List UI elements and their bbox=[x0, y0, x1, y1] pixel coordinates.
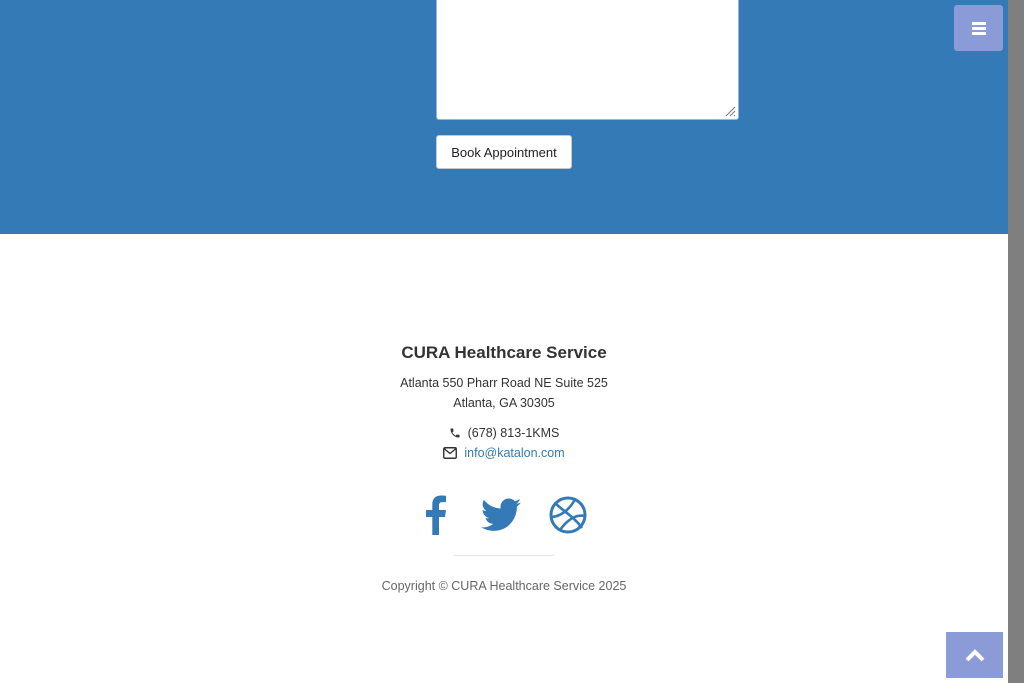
email-line: info@katalon.com bbox=[0, 446, 1008, 460]
phone-line: (678) 813-1KMS bbox=[0, 426, 1008, 440]
menu-icon bbox=[971, 21, 986, 35]
footer-company-name: CURA Healthcare Service bbox=[401, 343, 607, 362]
address-line-2: Atlanta, GA 30305 bbox=[453, 396, 555, 410]
twitter-icon bbox=[481, 498, 521, 531]
appointment-section: Book Appointment bbox=[0, 0, 1008, 234]
menu-toggle-button[interactable] bbox=[954, 5, 1003, 51]
book-appointment-button[interactable]: Book Appointment bbox=[436, 135, 572, 169]
facebook-link[interactable] bbox=[414, 494, 456, 536]
phone-icon bbox=[450, 428, 460, 438]
resize-grip-icon[interactable] bbox=[724, 105, 736, 117]
comment-textarea[interactable] bbox=[436, 0, 739, 120]
facebook-icon bbox=[426, 495, 446, 535]
scroll-to-top-button[interactable] bbox=[946, 632, 1003, 678]
envelope-icon bbox=[443, 447, 458, 459]
phone-number: (678) 813-1KMS bbox=[467, 426, 560, 440]
email-link[interactable]: info@katalon.com bbox=[464, 446, 564, 460]
chevron-up-icon bbox=[965, 649, 984, 662]
scrollbar[interactable] bbox=[1008, 0, 1024, 683]
dribbble-icon bbox=[549, 496, 587, 534]
footer-divider bbox=[454, 555, 554, 556]
address-line-1: Atlanta 550 Pharr Road NE Suite 525 bbox=[400, 376, 608, 390]
footer: CURA Healthcare Service Atlanta 550 Phar… bbox=[0, 234, 1008, 683]
dribbble-link[interactable] bbox=[547, 494, 589, 536]
twitter-link[interactable] bbox=[480, 494, 522, 536]
page: Book Appointment CURA Healthcare Service… bbox=[0, 0, 1008, 683]
copyright-text: Copyright © CURA Healthcare Service 2025 bbox=[381, 579, 627, 593]
